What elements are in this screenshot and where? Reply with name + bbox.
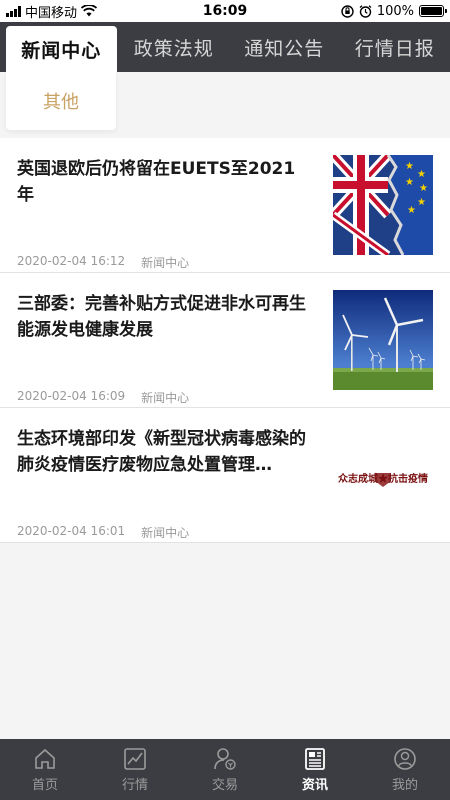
tab-policy[interactable]: 政策法规 [119, 22, 230, 72]
list-item[interactable]: 三部委：完善补贴方式促进非水可再生能源发电健康发展 2020-02-04 16:… [0, 273, 450, 408]
nav-label: 我的 [391, 778, 418, 793]
wind-turbines-thumbnail [333, 290, 433, 390]
svg-text:★: ★ [419, 183, 428, 194]
news-source: 新闻中心 [141, 391, 190, 405]
news-title: 英国退欧后仍将留在EUETS至2021年 [17, 159, 296, 205]
anti-epidemic-thumbnail: 众志成城★抗击疫情 [333, 425, 433, 525]
subtab-other[interactable]: 其他 [6, 72, 116, 130]
signal-icon [6, 5, 21, 17]
news-source: 新闻中心 [141, 526, 190, 540]
status-left: 中国移动 [6, 2, 166, 21]
home-icon [35, 748, 55, 769]
news-icon [305, 748, 325, 770]
status-right: 100% [284, 3, 447, 19]
profile-icon [394, 748, 416, 770]
news-title: 三部委：完善补贴方式促进非水可再生能源发电健康发展 [17, 294, 306, 340]
news-title: 生态环境部印发《新型冠状病毒感染的肺炎疫情医疗废物应急处置管理… [17, 429, 306, 475]
uk-eu-flag-thumbnail: ★ ★ ★ ★ ★ ★ [333, 155, 433, 255]
bottom-nav: 首页 行情 交易 资讯 我的 [0, 739, 450, 800]
nav-label: 行情 [121, 778, 148, 793]
battery-percent: 100% [376, 3, 414, 19]
status-time: 16:09 [202, 3, 248, 19]
wifi-icon [81, 5, 98, 17]
list-item[interactable]: 生态环境部印发《新型冠状病毒感染的肺炎疫情医疗废物应急处置管理… 2020-02… [0, 408, 450, 543]
list-item[interactable]: 英国退欧后仍将留在EUETS至2021年 2020-02-04 16:12 新闻… [0, 138, 450, 273]
news-source: 新闻中心 [141, 256, 190, 270]
tab-news-center[interactable]: 新闻中心 [6, 26, 117, 72]
trade-icon [214, 748, 236, 770]
tab-daily-market[interactable]: 行情日报 [340, 22, 450, 72]
news-meta: 2020-02-04 16:12 新闻中心 [17, 254, 189, 271]
subtab-row: 其他 [0, 72, 450, 130]
news-date: 2020-02-04 16:12 [17, 254, 126, 268]
news-date: 2020-02-04 16:01 [17, 524, 126, 538]
nav-trade[interactable]: 交易 [180, 739, 270, 800]
news-meta: 2020-02-04 16:09 新闻中心 [17, 389, 189, 406]
svg-text:★: ★ [417, 197, 426, 208]
category-tabs: 新闻中心 政策法规 通知公告 行情日报 [0, 22, 450, 72]
svg-text:★: ★ [407, 205, 416, 216]
carrier-label: 中国移动 [25, 5, 78, 21]
nav-news[interactable]: 资讯 [270, 739, 360, 800]
alarm-icon [359, 4, 372, 18]
news-date: 2020-02-04 16:09 [17, 389, 126, 403]
nav-profile[interactable]: 我的 [360, 739, 450, 800]
chart-icon [124, 748, 146, 770]
news-list: 英国退欧后仍将留在EUETS至2021年 2020-02-04 16:12 新闻… [0, 138, 450, 543]
svg-text:★: ★ [417, 169, 426, 180]
nav-market[interactable]: 行情 [90, 739, 180, 800]
thumbnail-caption: 众志成城★抗击疫情 [338, 472, 428, 485]
nav-home[interactable]: 首页 [0, 739, 90, 800]
status-bar: 中国移动 16:09 100% [0, 0, 450, 22]
svg-text:★: ★ [405, 177, 414, 188]
battery-icon [419, 5, 447, 17]
svg-text:★: ★ [405, 161, 414, 172]
nav-label: 首页 [31, 778, 58, 793]
news-meta: 2020-02-04 16:01 新闻中心 [17, 524, 189, 541]
nav-label: 资讯 [301, 778, 328, 793]
nav-label: 交易 [211, 778, 238, 793]
tab-notices[interactable]: 通知公告 [229, 22, 340, 72]
rotation-lock-icon [341, 4, 354, 18]
